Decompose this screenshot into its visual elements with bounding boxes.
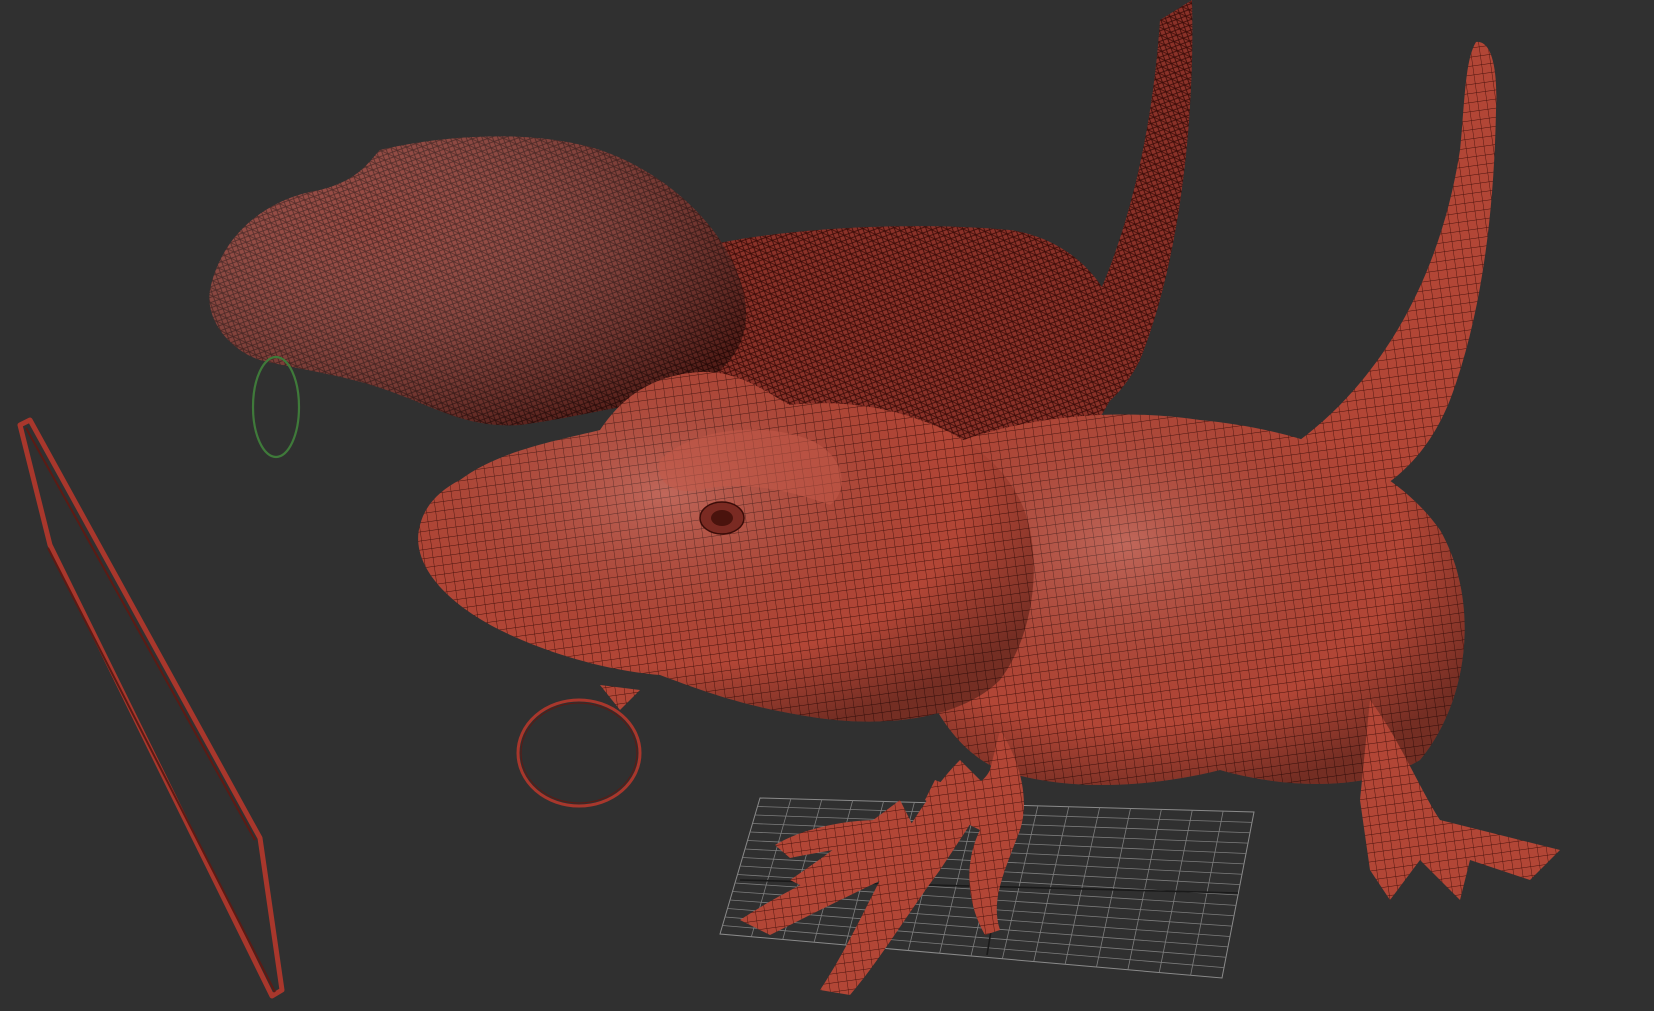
grid-line <box>724 916 1227 958</box>
viewport-scene[interactable] <box>0 0 1654 1011</box>
circle-helper-red[interactable] <box>516 698 642 808</box>
grid-line <box>1033 806 1070 962</box>
plane-helper[interactable] <box>17 417 285 999</box>
grid-line <box>1096 808 1131 968</box>
grid-line <box>1064 807 1101 965</box>
grid-line <box>722 925 1225 969</box>
3d-viewport[interactable] <box>0 0 1654 1011</box>
